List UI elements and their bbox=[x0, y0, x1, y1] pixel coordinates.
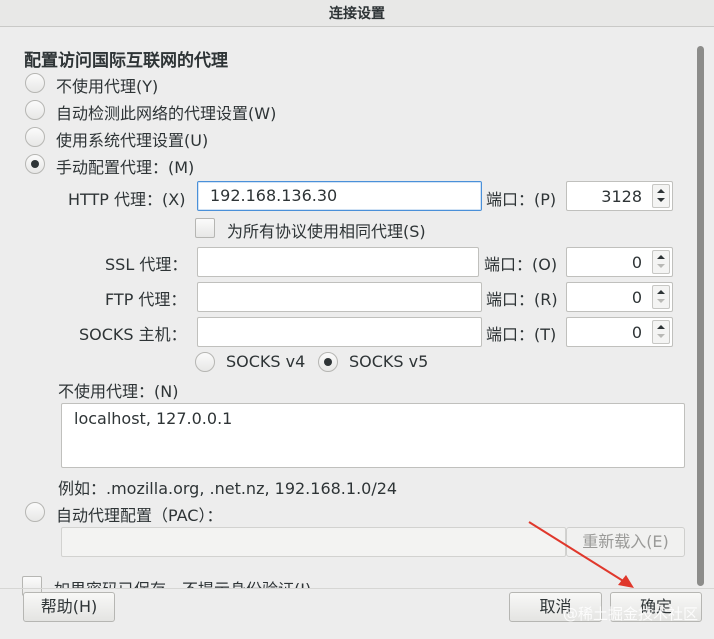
no-proxy-for-label: 不使用代理：(N) bbox=[58, 382, 179, 401]
section-heading: 配置访问国际互联网的代理 bbox=[24, 51, 228, 71]
increment-icon[interactable] bbox=[657, 255, 665, 259]
spin-buttons[interactable] bbox=[652, 320, 670, 344]
socks-port-stepper[interactable]: 0 bbox=[566, 317, 673, 347]
same-proxy-checkbox[interactable] bbox=[195, 218, 215, 238]
ssl-port-label: 端口：(O) bbox=[484, 255, 558, 274]
ftp-port-label: 端口：(R) bbox=[486, 290, 558, 309]
auto-detect-option-label: 自动检测此网络的代理设置(W) bbox=[56, 104, 277, 123]
ssl-port-value: 0 bbox=[631, 253, 642, 272]
socks-v5-label: SOCKS v5 bbox=[349, 352, 429, 371]
system-proxy-option-label: 使用系统代理设置(U) bbox=[56, 131, 209, 150]
radio-socks-v5[interactable] bbox=[318, 352, 338, 372]
radio-no-proxy[interactable] bbox=[25, 73, 45, 93]
pac-option-label: 自动代理配置（PAC）： bbox=[56, 506, 223, 525]
ftp-port-stepper[interactable]: 0 bbox=[566, 282, 673, 312]
socks-port-value: 0 bbox=[631, 323, 642, 342]
radio-auto-detect[interactable] bbox=[25, 100, 45, 120]
increment-icon[interactable] bbox=[657, 325, 665, 329]
ftp-proxy-input[interactable] bbox=[197, 282, 482, 312]
reload-button[interactable]: 重新载入(E) bbox=[566, 527, 685, 557]
ftp-proxy-label: FTP 代理： bbox=[105, 290, 187, 309]
pac-url-input[interactable] bbox=[61, 527, 566, 557]
spin-buttons[interactable] bbox=[652, 285, 670, 309]
window-title: 连接设置 bbox=[329, 6, 385, 22]
decrement-icon[interactable] bbox=[657, 198, 665, 202]
socks-host-label: SOCKS 主机： bbox=[79, 325, 187, 344]
scrollbar-thumb[interactable] bbox=[697, 46, 704, 586]
radio-manual-proxy[interactable] bbox=[25, 154, 45, 174]
auth-label: 如果密码已保存，不提示身份验证(I) bbox=[54, 576, 311, 588]
ssl-proxy-input[interactable] bbox=[197, 247, 479, 277]
no-proxy-textarea[interactable]: localhost, 127.0.0.1 bbox=[61, 403, 685, 468]
radio-system-proxy[interactable] bbox=[25, 127, 45, 147]
help-button[interactable]: 帮助(H) bbox=[23, 592, 115, 622]
no-proxy-example: 例如：.mozilla.org, .net.nz, 192.168.1.0/24 bbox=[58, 479, 398, 498]
socks-v4-label: SOCKS v4 bbox=[226, 352, 306, 371]
decrement-icon[interactable] bbox=[657, 334, 665, 338]
footer-divider bbox=[0, 588, 714, 589]
http-port-value: 3128 bbox=[601, 187, 642, 206]
manual-proxy-option-label: 手动配置代理：(M) bbox=[56, 158, 195, 177]
radio-socks-v4[interactable] bbox=[195, 352, 215, 372]
ssl-proxy-label: SSL 代理： bbox=[105, 255, 188, 274]
ftp-port-value: 0 bbox=[631, 288, 642, 307]
http-proxy-label: HTTP 代理：(X) bbox=[68, 190, 186, 209]
watermark: @稀土掘金技术社区 bbox=[562, 605, 698, 623]
decrement-icon[interactable] bbox=[657, 264, 665, 268]
spin-buttons[interactable] bbox=[652, 250, 670, 274]
increment-icon[interactable] bbox=[657, 189, 665, 193]
http-proxy-input[interactable]: 192.168.136.30 bbox=[197, 181, 482, 211]
radio-pac[interactable] bbox=[25, 502, 45, 522]
http-port-label: 端口：(P) bbox=[486, 190, 557, 209]
decrement-icon[interactable] bbox=[657, 299, 665, 303]
spin-buttons[interactable] bbox=[652, 184, 670, 208]
title-bar: 连接设置 bbox=[0, 0, 714, 27]
socks-port-label: 端口：(T) bbox=[486, 325, 557, 344]
http-port-stepper[interactable]: 3128 bbox=[566, 181, 673, 211]
no-proxy-option-label: 不使用代理(Y) bbox=[56, 77, 159, 96]
socks-host-input[interactable] bbox=[197, 317, 482, 347]
ssl-port-stepper[interactable]: 0 bbox=[566, 247, 673, 277]
same-proxy-label: 为所有协议使用相同代理(S) bbox=[227, 222, 426, 241]
increment-icon[interactable] bbox=[657, 290, 665, 294]
